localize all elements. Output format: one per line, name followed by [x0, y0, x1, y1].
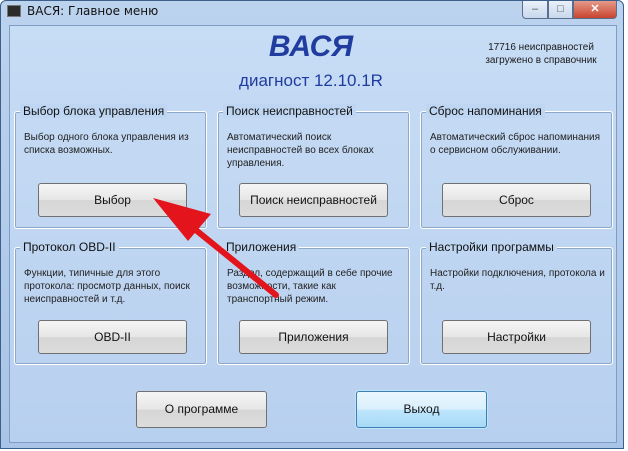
arrow-icon — [153, 198, 279, 298]
main-window: ВАСЯ: Главное меню – □ ✕ ВАСЯ диагност 1… — [0, 0, 624, 449]
